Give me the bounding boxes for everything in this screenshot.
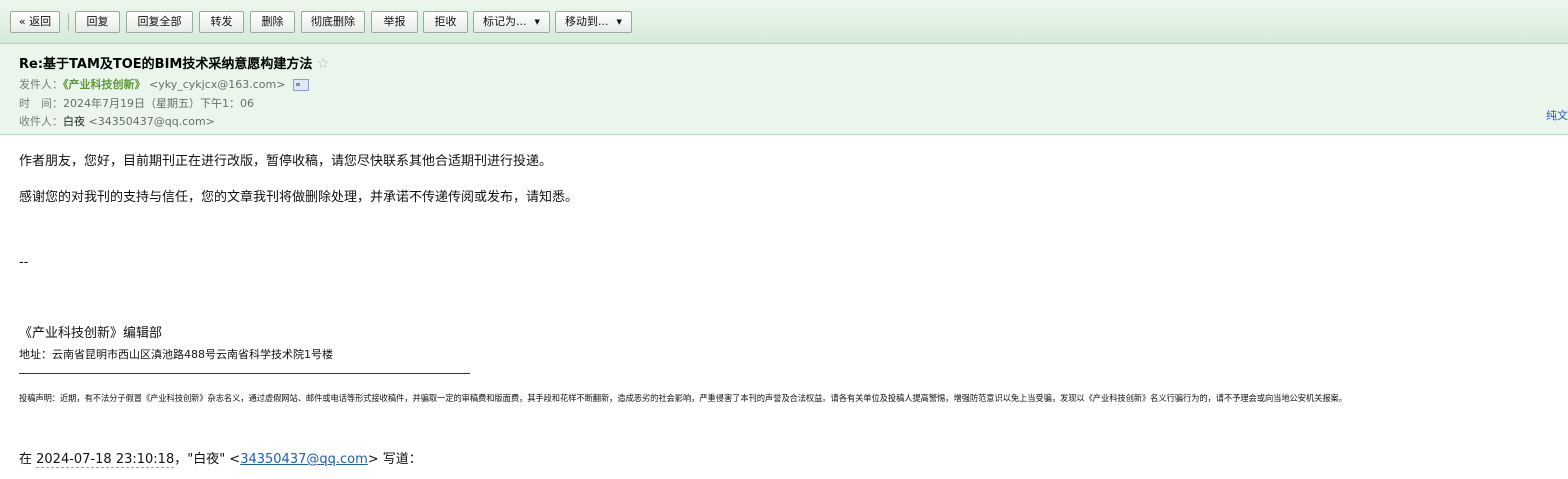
signature-divider [19,373,470,374]
mark-as-label: 标记为... [483,15,527,28]
from-label: 发件人： [19,78,63,91]
time-value: 2024年7月19日（星期五）下午1：06 [63,97,254,110]
recipient-row: 收件人：白夜 <34350437@qq.com> [19,113,215,129]
to-label: 收件人： [19,115,63,128]
toolbar-divider [68,13,69,31]
sender-email: <yky_cykjcx@163.com> [149,78,286,91]
quote-prefix: 在 [19,452,37,467]
reply-all-button[interactable]: 回复全部 [126,11,193,33]
time-label: 时 间： [19,97,63,110]
sender-name[interactable]: 《产业科技创新》 [63,78,146,91]
forward-button[interactable]: 转发 [199,11,244,33]
mark-as-dropdown[interactable]: 标记为... ▼ [473,11,550,33]
chevron-down-icon: ▼ [616,18,622,26]
plain-text-link[interactable]: 纯文 [1546,107,1568,123]
submission-notice: 投稿声明：近期，有不法分子假冒《产业科技创新》杂志名义，通过虚假网站、邮件或电话… [19,393,1347,403]
body-paragraph-2: 感谢您的对我刊的支持与信任，您的文章我刊将做删除处理，并承诺不传递传阅或发布，请… [19,190,579,205]
reply-button[interactable]: 回复 [75,11,120,33]
move-to-label: 移动到... [565,15,609,28]
quote-suffix: > 写道： [367,452,422,467]
signature-separator: -- [19,255,29,270]
contact-card-icon[interactable] [292,79,309,91]
mail-subject: Re:基于TAM及TOE的BIM技术采纳意愿构建方法 ☆ [19,53,330,72]
star-icon[interactable]: ☆ [316,54,329,72]
signature-address: 地址：云南省昆明市西山区滇池路488号云南省科学技术院1号楼 [19,348,333,361]
recipient-email: <34350437@qq.com> [88,115,215,128]
back-button[interactable]: « 返回 [10,11,60,33]
delete-forever-button[interactable]: 彻底删除 [301,11,365,33]
signature-department: 《产业科技创新》编辑部 [19,326,163,341]
report-button[interactable]: 举报 [371,11,418,33]
mail-toolbar: « 返回 回复 回复全部 转发 删除 彻底删除 举报 拒收 标记为... ▼ 移动… [0,0,1568,44]
reject-button[interactable]: 拒收 [423,11,468,33]
mail-header: Re:基于TAM及TOE的BIM技术采纳意愿构建方法 ☆ 发件人：《产业科技创新》… [0,44,1568,135]
sender-row: 发件人：《产业科技创新》 <yky_cykjcx@163.com> [19,76,309,92]
subject-text: Re:基于TAM及TOE的BIM技术采纳意愿构建方法 [19,57,313,72]
delete-button[interactable]: 删除 [250,11,295,33]
time-row: 时 间：2024年7月19日（星期五）下午1：06 [19,95,254,111]
quote-name: ，"白夜" < [174,452,241,467]
move-to-dropdown[interactable]: 移动到... ▼ [555,11,632,33]
body-paragraph-1: 作者朋友，您好，目前期刊正在进行改版，暂停收稿，请您尽快联系其他合适期刊进行投递… [19,154,553,169]
quote-timestamp[interactable]: 2024-07-18 23:10:18 [36,452,175,468]
quote-email-link[interactable]: 34350437@qq.com [240,452,368,467]
recipient-name: 白夜 [63,115,85,128]
chevron-down-icon: ▼ [534,18,540,26]
quote-header: 在 2024-07-18 23:10:18，"白夜" <34350437@qq.… [19,448,422,468]
